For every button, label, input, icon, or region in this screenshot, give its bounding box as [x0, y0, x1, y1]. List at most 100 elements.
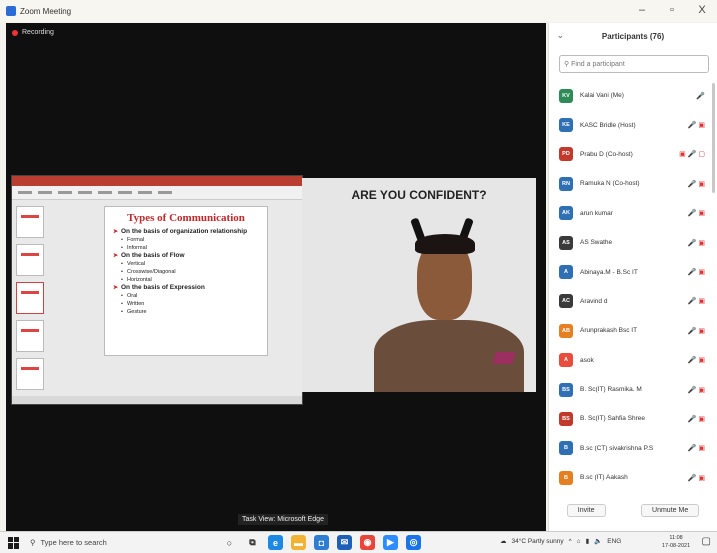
- weather-icon: ☁: [500, 538, 507, 545]
- maximize-button[interactable]: ▫: [665, 4, 679, 16]
- participant-name: B.sc (CT) sivakrishna P.S: [580, 444, 654, 452]
- participants-title: Participants (76): [601, 31, 665, 41]
- file-explorer-icon[interactable]: ▬: [291, 535, 306, 550]
- clock-time: 11:08: [669, 535, 683, 541]
- participant-status-icons: 🎤 ▣: [687, 269, 705, 277]
- participant-status-icons: 🎤 ▣: [687, 298, 705, 306]
- recording-indicator[interactable]: Recording: [12, 29, 54, 36]
- slide-thumbnail: [16, 320, 44, 352]
- participant-status-icons: 🎤 ▣: [687, 415, 705, 423]
- participant-scrollbar[interactable]: [712, 83, 715, 193]
- participant-avatar: AB: [559, 323, 573, 338]
- participant-name: Ramuka N (Co-host): [580, 180, 640, 188]
- browser-icon[interactable]: ◎: [406, 535, 421, 550]
- participant-avatar: RN: [559, 176, 573, 191]
- search-placeholder: Find a participant: [571, 60, 625, 68]
- participant-row[interactable]: B B.sc (CT) sivakrishna P.S 🎤 ▣: [549, 434, 717, 463]
- participant-avatar: B: [559, 470, 573, 485]
- invite-button[interactable]: Invite: [566, 504, 606, 517]
- slide-bullet-item: Oral: [113, 292, 259, 300]
- window-title: Zoom Meeting: [20, 6, 72, 16]
- participant-row[interactable]: AC Aravind d 🎤 ▣: [549, 287, 717, 316]
- participant-row[interactable]: AS AS Swathe 🎤 ▣: [549, 228, 717, 257]
- participant-avatar: AC: [559, 294, 573, 309]
- participant-status-icons: 🎤 ▣: [687, 239, 705, 247]
- participant-row[interactable]: KV Kalai Vani (Me) 🎤: [549, 81, 717, 110]
- recording-dot-icon: [12, 29, 18, 36]
- participants-header: ⌄ Participants (76): [549, 23, 717, 49]
- chrome-icon[interactable]: ◉: [360, 535, 375, 550]
- slide-thumbnail: [16, 206, 44, 238]
- store-icon[interactable]: ◘: [314, 535, 329, 550]
- notification-icon[interactable]: ▢: [702, 536, 711, 547]
- slide-bullet-heading: On the basis of Expression: [113, 284, 259, 292]
- participant-status-icons: 🎤 ▣: [687, 327, 705, 335]
- taskbar-clock[interactable]: 11:08 17-08-2021: [662, 534, 690, 550]
- participant-avatar: BS: [559, 411, 573, 426]
- taskbar-search-placeholder: Type here to search: [40, 538, 107, 547]
- participant-video-tile[interactable]: ARE YOU CONFIDENT?: [302, 178, 536, 392]
- chevron-down-icon[interactable]: ⌄: [557, 31, 564, 40]
- edge-icon[interactable]: e: [268, 535, 283, 550]
- slide-thumbnails: [16, 206, 46, 396]
- video-caption: ARE YOU CONFIDENT?: [351, 188, 487, 202]
- participant-row[interactable]: RN Ramuka N (Co-host) 🎤 ▣: [549, 169, 717, 198]
- task-view-icon[interactable]: ⧉: [245, 535, 260, 550]
- participant-status-icons: 🎤 ▣: [687, 386, 705, 394]
- participant-status-icons: 🎤 ▣: [687, 210, 705, 218]
- slide-bullet-item: Written: [113, 300, 259, 308]
- participant-row[interactable]: BS B. Sc(IT) Rasmika. M 🎤 ▣: [549, 375, 717, 404]
- slide-title: Types of Communication: [127, 212, 245, 224]
- participant-status-icons: 🎤 ▣: [687, 445, 705, 453]
- participant-status-icons: 🎤 ▣: [687, 474, 705, 482]
- window-controls: – ▫ X: [635, 4, 709, 16]
- unmute-me-button[interactable]: Unmute Me: [641, 504, 700, 517]
- participant-row[interactable]: B B.sc (IT) Aakash 🎤 ▣: [549, 463, 717, 492]
- language-indicator[interactable]: ENG: [607, 538, 621, 545]
- participant-row[interactable]: PD Prabu D (Co-host) ▣ 🎤 ▢: [549, 140, 717, 169]
- participant-search-input[interactable]: ⚲ Find a participant: [559, 55, 709, 73]
- participant-row[interactable]: AB Arunprakash Bsc IT 🎤 ▣: [549, 316, 717, 345]
- participant-name: Abinaya.M - B.Sc IT: [580, 268, 638, 276]
- recording-label: Recording: [22, 29, 54, 36]
- participant-name: Kalai Vani (Me): [580, 92, 624, 100]
- participant-name: B. Sc(IT) Sahfia Shree: [580, 415, 646, 423]
- participant-status-icons: 🎤 ▣: [687, 122, 705, 130]
- participants-panel: ⌄ Participants (76) ⚲ Find a participant…: [548, 23, 717, 531]
- clock-date: 17-08-2021: [662, 543, 691, 549]
- windows-start-icon[interactable]: [8, 536, 20, 549]
- cortana-icon[interactable]: ○: [222, 535, 237, 550]
- slide-bullet-item: Horizontal: [113, 276, 259, 284]
- mail-icon[interactable]: ✉: [337, 535, 352, 550]
- participant-row[interactable]: Aasok 🎤 ▣: [549, 346, 717, 375]
- shared-screen-tile[interactable]: Types of Communication On the basis of o…: [11, 175, 303, 405]
- participant-row[interactable]: A Abinaya.M - B.Sc IT 🎤 ▣: [549, 257, 717, 286]
- participant-name: AS Swathe: [580, 239, 613, 247]
- search-icon: ⚲: [564, 61, 572, 68]
- title-bar: Zoom Meeting – ▫ X: [0, 0, 717, 22]
- participant-name: Arunprakash Bsc IT: [580, 327, 638, 335]
- speaker-icon[interactable]: 🔈: [594, 537, 602, 545]
- close-button[interactable]: X: [695, 4, 709, 16]
- participant-row[interactable]: AK arun kumar 🎤 ▣: [549, 199, 717, 228]
- windows-taskbar: ⚲ Type here to search ○ ⧉ e ▬ ◘ ✉ ◉ ▶ ◎ …: [0, 531, 717, 553]
- slide-bullet-heading: On the basis of Flow: [113, 252, 259, 260]
- network-icon[interactable]: ⌂: [577, 538, 581, 545]
- participant-status-icons: 🎤: [696, 92, 705, 100]
- battery-icon[interactable]: ▮: [586, 537, 590, 545]
- participant-row[interactable]: KE KASC Bridle (Host) 🎤 ▣: [549, 110, 717, 139]
- logo-icon: [492, 352, 516, 364]
- participant-status-icons: 🎤 ▣: [687, 180, 705, 188]
- slide-thumbnail: [16, 358, 44, 390]
- slide-bullet-item: Crosswise/Diagonal: [113, 268, 259, 276]
- participant-name: arun kumar: [580, 209, 613, 217]
- zoom-app-icon: [6, 6, 16, 16]
- taskbar-search-box[interactable]: ⚲ Type here to search: [30, 535, 210, 551]
- weather-text[interactable]: 34°C Partly sunny: [512, 538, 564, 545]
- minimize-button[interactable]: –: [635, 4, 649, 16]
- search-icon: ⚲: [30, 538, 36, 547]
- zoom-icon[interactable]: ▶: [383, 535, 398, 550]
- participant-row[interactable]: BS B. Sc(IT) Sahfia Shree 🎤 ▣: [549, 404, 717, 433]
- participant-avatar: AS: [559, 235, 573, 250]
- tray-chevron-icon[interactable]: ^: [569, 538, 572, 545]
